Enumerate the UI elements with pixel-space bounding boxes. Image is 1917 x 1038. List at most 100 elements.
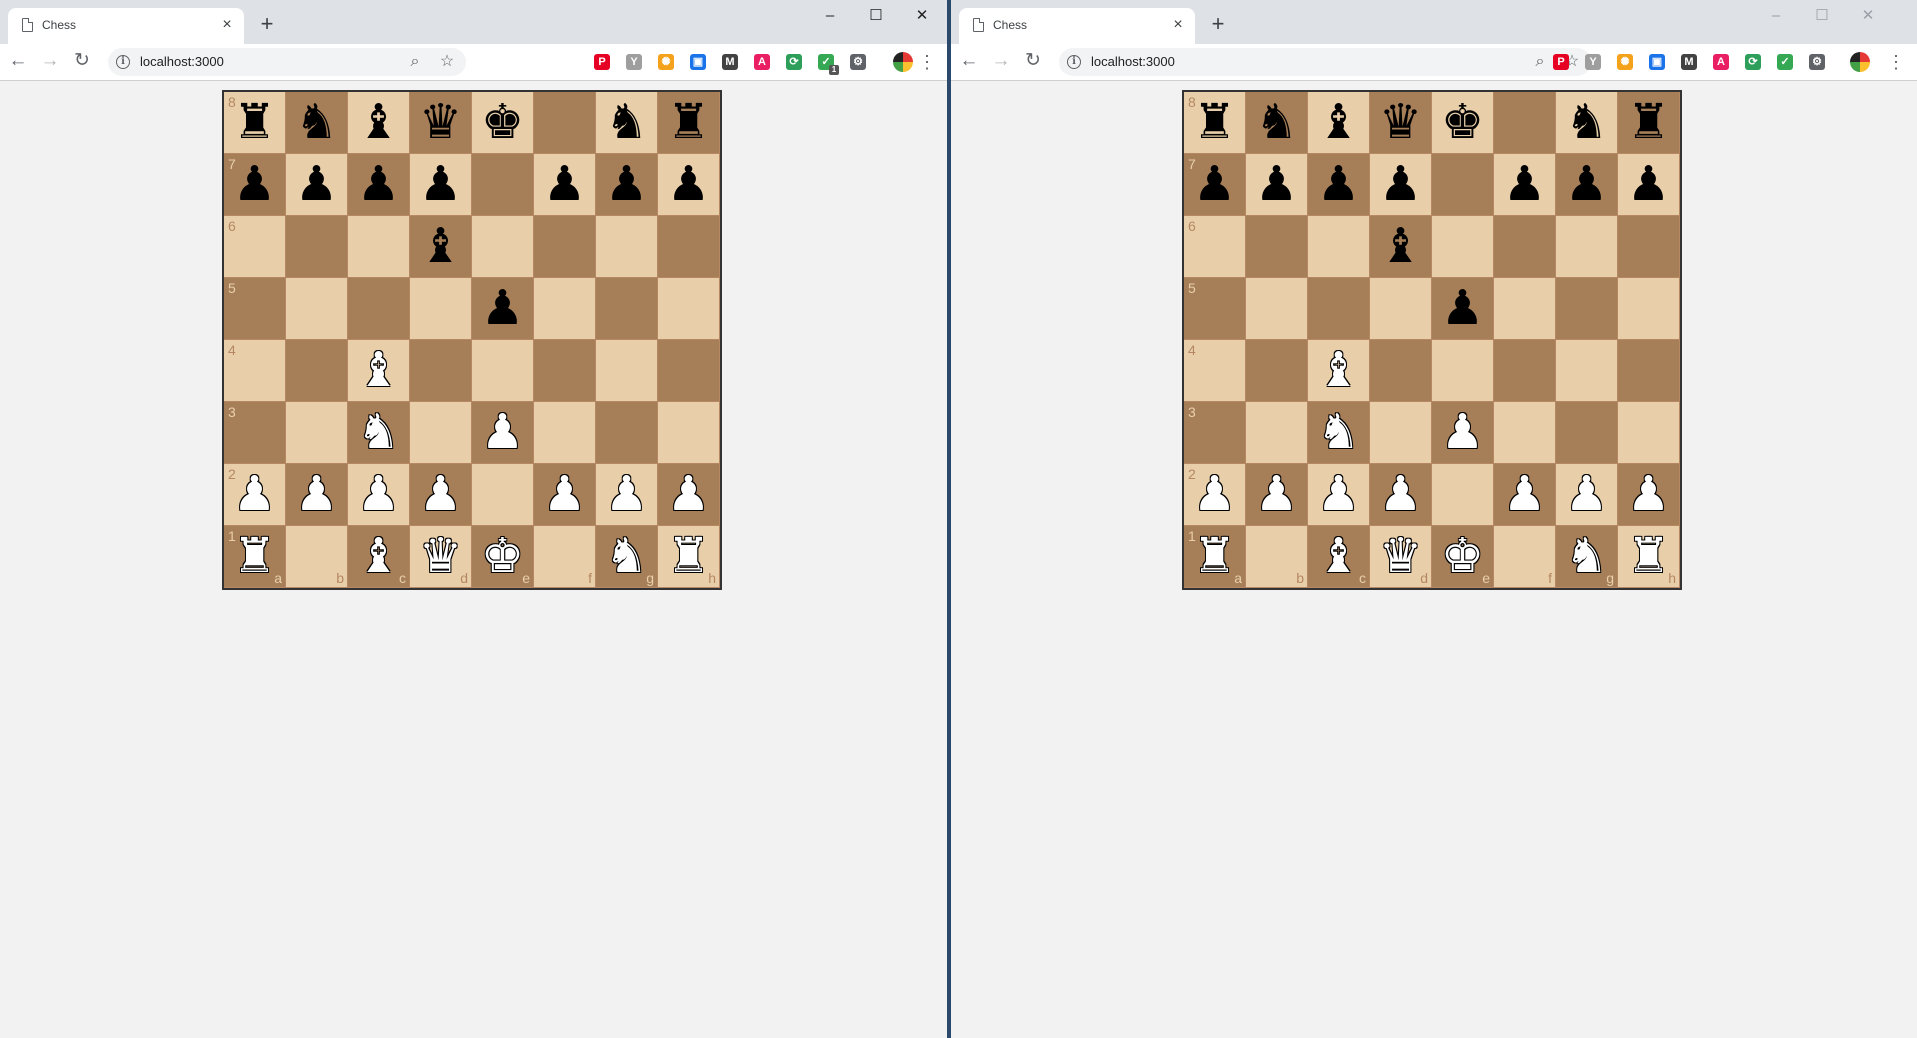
white-rook-icon[interactable]: ♜ <box>658 528 719 584</box>
square-a6[interactable]: 6 <box>1184 216 1245 277</box>
square-b4[interactable] <box>286 340 347 401</box>
square-g6[interactable] <box>596 216 657 277</box>
new-tab-icon[interactable]: + <box>1207 13 1229 35</box>
square-c6[interactable] <box>348 216 409 277</box>
black-queen-icon[interactable]: ♛ <box>410 94 471 150</box>
black-pawn-icon[interactable]: ♟ <box>410 156 471 212</box>
square-a3[interactable]: 3 <box>224 402 285 463</box>
square-c8[interactable]: ♝ <box>1308 92 1369 153</box>
white-pawn-icon[interactable]: ♟ <box>596 466 657 522</box>
black-pawn-icon[interactable]: ♟ <box>286 156 347 212</box>
sun-extension-icon[interactable]: ✺ <box>1617 54 1633 70</box>
white-pawn-icon[interactable]: ♟ <box>472 404 533 460</box>
white-pawn-icon[interactable]: ♟ <box>1370 466 1431 522</box>
black-king-icon[interactable]: ♚ <box>1432 94 1493 150</box>
square-f2[interactable]: ♟ <box>534 464 595 525</box>
tab-close-icon[interactable]: × <box>218 16 236 34</box>
square-h4[interactable] <box>658 340 719 401</box>
square-h1[interactable]: h ♜ <box>1618 526 1679 587</box>
square-d3[interactable] <box>1370 402 1431 463</box>
square-d5[interactable] <box>1370 278 1431 339</box>
square-g4[interactable] <box>1556 340 1617 401</box>
square-b3[interactable] <box>1246 402 1307 463</box>
sync-extension-icon[interactable]: ⟳ <box>1745 54 1761 70</box>
square-e2[interactable] <box>472 464 533 525</box>
square-a5[interactable]: 5 <box>1184 278 1245 339</box>
minimize-icon[interactable]: – <box>1754 2 1798 30</box>
white-bishop-icon[interactable]: ♝ <box>1308 342 1369 398</box>
square-d2[interactable]: ♟ <box>1370 464 1431 525</box>
square-d5[interactable] <box>410 278 471 339</box>
shield-extension-icon[interactable]: ✓ <box>1777 54 1793 70</box>
square-a7[interactable]: 7 ♟ <box>224 154 285 215</box>
square-d1[interactable]: d ♛ <box>410 526 471 587</box>
site-info-icon[interactable]: i <box>1067 55 1081 69</box>
black-bishop-icon[interactable]: ♝ <box>348 94 409 150</box>
square-b7[interactable]: ♟ <box>286 154 347 215</box>
square-e8[interactable]: ♚ <box>1432 92 1493 153</box>
white-king-icon[interactable]: ♚ <box>1432 528 1493 584</box>
bookmark-star-icon[interactable]: ☆ <box>436 51 458 73</box>
black-pawn-icon[interactable]: ♟ <box>224 156 285 212</box>
square-a8[interactable]: 8 ♜ <box>224 92 285 153</box>
square-c1[interactable]: c ♝ <box>348 526 409 587</box>
square-a4[interactable]: 4 <box>1184 340 1245 401</box>
square-d8[interactable]: ♛ <box>410 92 471 153</box>
square-e4[interactable] <box>1432 340 1493 401</box>
address-bar[interactable]: i localhost:3000 ⌕ ☆ <box>1059 48 1591 76</box>
black-rook-icon[interactable]: ♜ <box>1618 94 1679 150</box>
settings-extension-icon[interactable]: ⚙ <box>1809 54 1825 70</box>
square-f1[interactable]: f <box>534 526 595 587</box>
pinterest-icon[interactable]: P <box>594 54 610 70</box>
white-queen-icon[interactable]: ♛ <box>410 528 471 584</box>
back-arrow-icon[interactable]: ← <box>957 49 981 73</box>
m-extension-icon[interactable]: M <box>722 54 738 70</box>
square-e6[interactable] <box>1432 216 1493 277</box>
m-extension-icon[interactable]: M <box>1681 54 1697 70</box>
new-tab-icon[interactable]: + <box>256 13 278 35</box>
black-knight-icon[interactable]: ♞ <box>286 94 347 150</box>
square-h3[interactable] <box>1618 402 1679 463</box>
black-pawn-icon[interactable]: ♟ <box>1432 280 1493 336</box>
square-a1[interactable]: 1 a ♜ <box>224 526 285 587</box>
square-g2[interactable]: ♟ <box>1556 464 1617 525</box>
close-window-icon[interactable]: ✕ <box>900 2 944 30</box>
square-g7[interactable]: ♟ <box>596 154 657 215</box>
square-b5[interactable] <box>1246 278 1307 339</box>
square-g6[interactable] <box>1556 216 1617 277</box>
funnel-icon[interactable]: Y <box>626 54 642 70</box>
square-h1[interactable]: h ♜ <box>658 526 719 587</box>
square-c3[interactable]: ♞ <box>1308 402 1369 463</box>
square-g4[interactable] <box>596 340 657 401</box>
square-f4[interactable] <box>1494 340 1555 401</box>
black-pawn-icon[interactable]: ♟ <box>534 156 595 212</box>
maximize-icon[interactable]: ☐ <box>854 2 898 30</box>
square-d6[interactable]: ♝ <box>1370 216 1431 277</box>
forward-arrow-icon[interactable]: → <box>989 49 1013 73</box>
square-a3[interactable]: 3 <box>1184 402 1245 463</box>
a-extension-icon[interactable]: A <box>1713 54 1729 70</box>
square-b6[interactable] <box>1246 216 1307 277</box>
black-knight-icon[interactable]: ♞ <box>1246 94 1307 150</box>
square-g3[interactable] <box>1556 402 1617 463</box>
sun-extension-icon[interactable]: ✺ <box>658 54 674 70</box>
zoom-icon[interactable]: ⌕ <box>1529 51 1551 73</box>
square-d4[interactable] <box>410 340 471 401</box>
square-g5[interactable] <box>1556 278 1617 339</box>
square-f8[interactable] <box>1494 92 1555 153</box>
reload-icon[interactable]: ↻ <box>1021 49 1045 73</box>
square-b2[interactable]: ♟ <box>286 464 347 525</box>
black-rook-icon[interactable]: ♜ <box>1184 94 1245 150</box>
square-e5[interactable]: ♟ <box>1432 278 1493 339</box>
shield-extension-icon[interactable]: ✓ 1 <box>818 54 839 75</box>
square-d8[interactable]: ♛ <box>1370 92 1431 153</box>
square-a1[interactable]: 1 a ♜ <box>1184 526 1245 587</box>
black-pawn-icon[interactable]: ♟ <box>1308 156 1369 212</box>
white-rook-icon[interactable]: ♜ <box>224 528 285 584</box>
square-h7[interactable]: ♟ <box>658 154 719 215</box>
white-rook-icon[interactable]: ♜ <box>1184 528 1245 584</box>
square-b8[interactable]: ♞ <box>286 92 347 153</box>
square-e3[interactable]: ♟ <box>1432 402 1493 463</box>
square-b3[interactable] <box>286 402 347 463</box>
white-pawn-icon[interactable]: ♟ <box>658 466 719 522</box>
